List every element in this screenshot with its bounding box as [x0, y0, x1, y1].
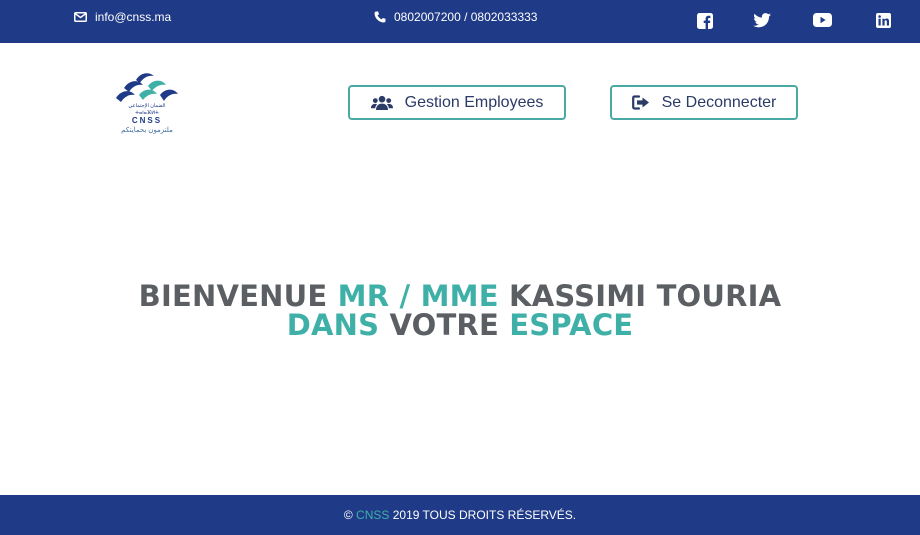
se-deconnecter-label: Se Deconnecter [661, 93, 777, 111]
logo-name: CNSS [131, 116, 163, 125]
welcome-word-espace: ESPACE [509, 308, 634, 342]
se-deconnecter-button[interactable]: Se Deconnecter [610, 85, 798, 120]
linkedin-icon[interactable] [876, 13, 891, 28]
contact-email[interactable]: info@cnss.ma [74, 10, 171, 24]
footer-brand[interactable]: CNSS [356, 508, 389, 522]
footer: © CNSS 2019 TOUS DROITS RÉSERVÉS. [0, 495, 920, 535]
welcome-word-votre: VOTRE [389, 308, 499, 342]
email-text: info@cnss.ma [95, 10, 172, 24]
logo-tagline: ملتزمون بحمايتكم [121, 127, 173, 134]
gestion-employees-button[interactable]: Gestion Employees [348, 85, 566, 120]
phone-icon [374, 11, 386, 23]
top-bar: info@cnss.ma 0802007200 / 0802033333 [0, 0, 920, 43]
contact-phone[interactable]: 0802007200 / 0802033333 [374, 10, 537, 24]
welcome-line-1: BIENVENUE MR / MME KASSIMI TOURIA [0, 282, 920, 311]
logo-arabic-top: الضمان الإجتماعي [128, 103, 166, 109]
copyright-symbol: © [343, 508, 353, 522]
twitter-icon[interactable] [753, 13, 771, 28]
youtube-icon[interactable] [813, 13, 832, 27]
welcome-word-dans: DANS [286, 308, 380, 342]
footer-rights-text: 2019 TOUS DROITS RÉSERVÉS. [392, 508, 577, 522]
sign-out-icon [631, 95, 649, 110]
gestion-employees-label: Gestion Employees [404, 93, 544, 111]
welcome-message: BIENVENUE MR / MME KASSIMI TOURIA DANS V… [0, 282, 920, 340]
cnss-logo[interactable]: الضمان الإجتماعي ⵜⴰⵏⴰⴼⵍⵜ CNSS ملتزمون بح… [102, 70, 192, 142]
facebook-icon[interactable] [697, 13, 713, 29]
phone-text: 0802007200 / 0802033333 [394, 10, 538, 24]
welcome-line-2: DANS VOTRE ESPACE [0, 311, 920, 340]
envelope-icon [74, 12, 87, 22]
users-icon [370, 95, 393, 110]
